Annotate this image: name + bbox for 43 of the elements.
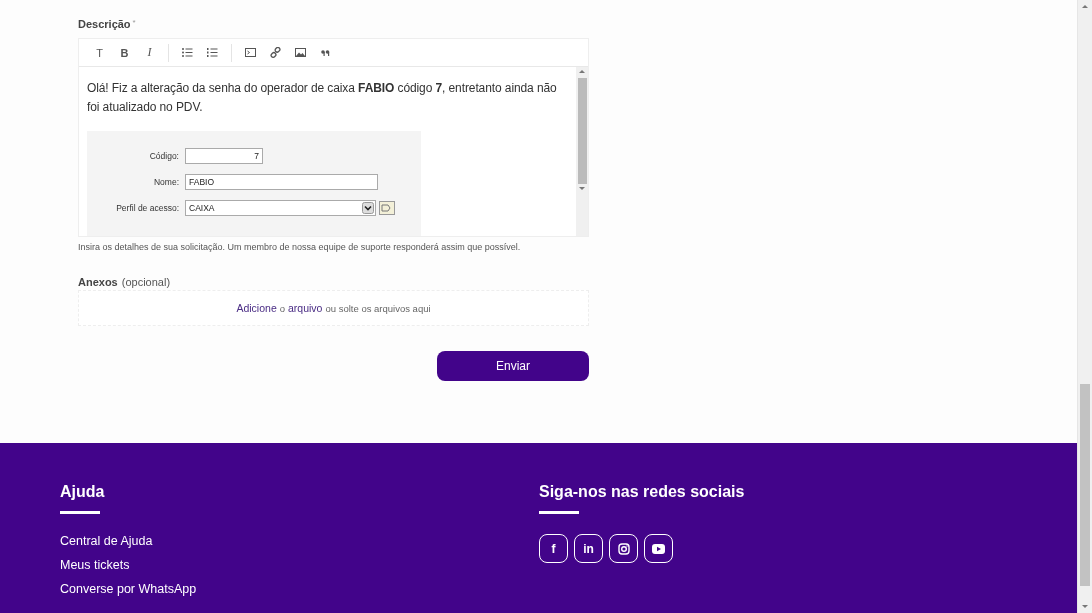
form-label: Perfil de acesso: bbox=[115, 203, 179, 213]
form-label: Nome: bbox=[152, 177, 179, 187]
input-field: 7 bbox=[185, 148, 263, 164]
form-label: Código: bbox=[148, 151, 179, 161]
numbered-list-icon bbox=[207, 48, 218, 57]
social-button[interactable]: in bbox=[574, 534, 603, 563]
social-button[interactable] bbox=[609, 534, 638, 563]
field-label: Anexos bbox=[78, 276, 118, 288]
optional-label: (opcional) bbox=[121, 276, 171, 288]
message-text: Olá! Fiz a alteração da senha do operador de caixa FABIO código 7, entretanto ainda não foi atualizado no PDV. bbox=[87, 80, 558, 116]
footer-link[interactable]: Meus tickets bbox=[60, 558, 539, 573]
bullet-list-icon bbox=[182, 48, 193, 57]
format-button[interactable]: B bbox=[112, 42, 137, 63]
link-icon bbox=[270, 47, 281, 58]
footer-link[interactable]: Central de Ajuda bbox=[60, 534, 539, 549]
required-mark: * bbox=[132, 18, 136, 27]
image-icon bbox=[295, 48, 306, 57]
play-icon bbox=[652, 543, 665, 554]
editor-scrollbar[interactable] bbox=[576, 67, 588, 236]
page-scrollbar[interactable] bbox=[1077, 0, 1092, 613]
quote-icon bbox=[321, 49, 330, 56]
social-button[interactable] bbox=[644, 534, 673, 563]
add-file-link[interactable]: Adicione bbox=[236, 302, 277, 314]
dropzone-text: o bbox=[279, 302, 285, 314]
dropdown-icon bbox=[362, 202, 374, 214]
camera-icon bbox=[617, 542, 630, 555]
footer-link[interactable]: Converse por WhatsApp bbox=[60, 582, 539, 597]
format-button[interactable]: T bbox=[87, 42, 112, 63]
field-label: Descrição bbox=[78, 18, 131, 30]
file-link[interactable]: arquivo bbox=[288, 302, 323, 314]
social-button[interactable]: f bbox=[539, 534, 568, 563]
input-field: FABIO bbox=[185, 174, 378, 190]
edit-icon bbox=[379, 201, 395, 215]
footer-heading: Siga-nos nas redes sociais bbox=[539, 483, 746, 501]
submit-button[interactable]: Enviar bbox=[437, 351, 589, 381]
file-dropzone[interactable]: Adicione o arquivo ou solte os arquivos aqui bbox=[78, 290, 589, 326]
text-editor[interactable]: T B I Olá! Fiz a alteração da senha do operador de caixa FABIO código 7, entretanto ainda não foi atualizado no PDV. Código: 7 Nome: FABIO Perfil de acesso: CAIXA bbox=[78, 38, 589, 237]
footer-heading: Ajuda bbox=[60, 483, 106, 501]
helper-text: Insira os detalhes de sua solicitação. Um membro de nossa equipe de suporte responderá assim que possível. bbox=[78, 242, 522, 252]
terminal-icon bbox=[245, 48, 256, 57]
format-button[interactable]: I bbox=[137, 42, 162, 63]
dropzone-text: ou solte os arquivos aqui bbox=[325, 302, 431, 314]
select-field: CAIXA bbox=[185, 200, 376, 216]
